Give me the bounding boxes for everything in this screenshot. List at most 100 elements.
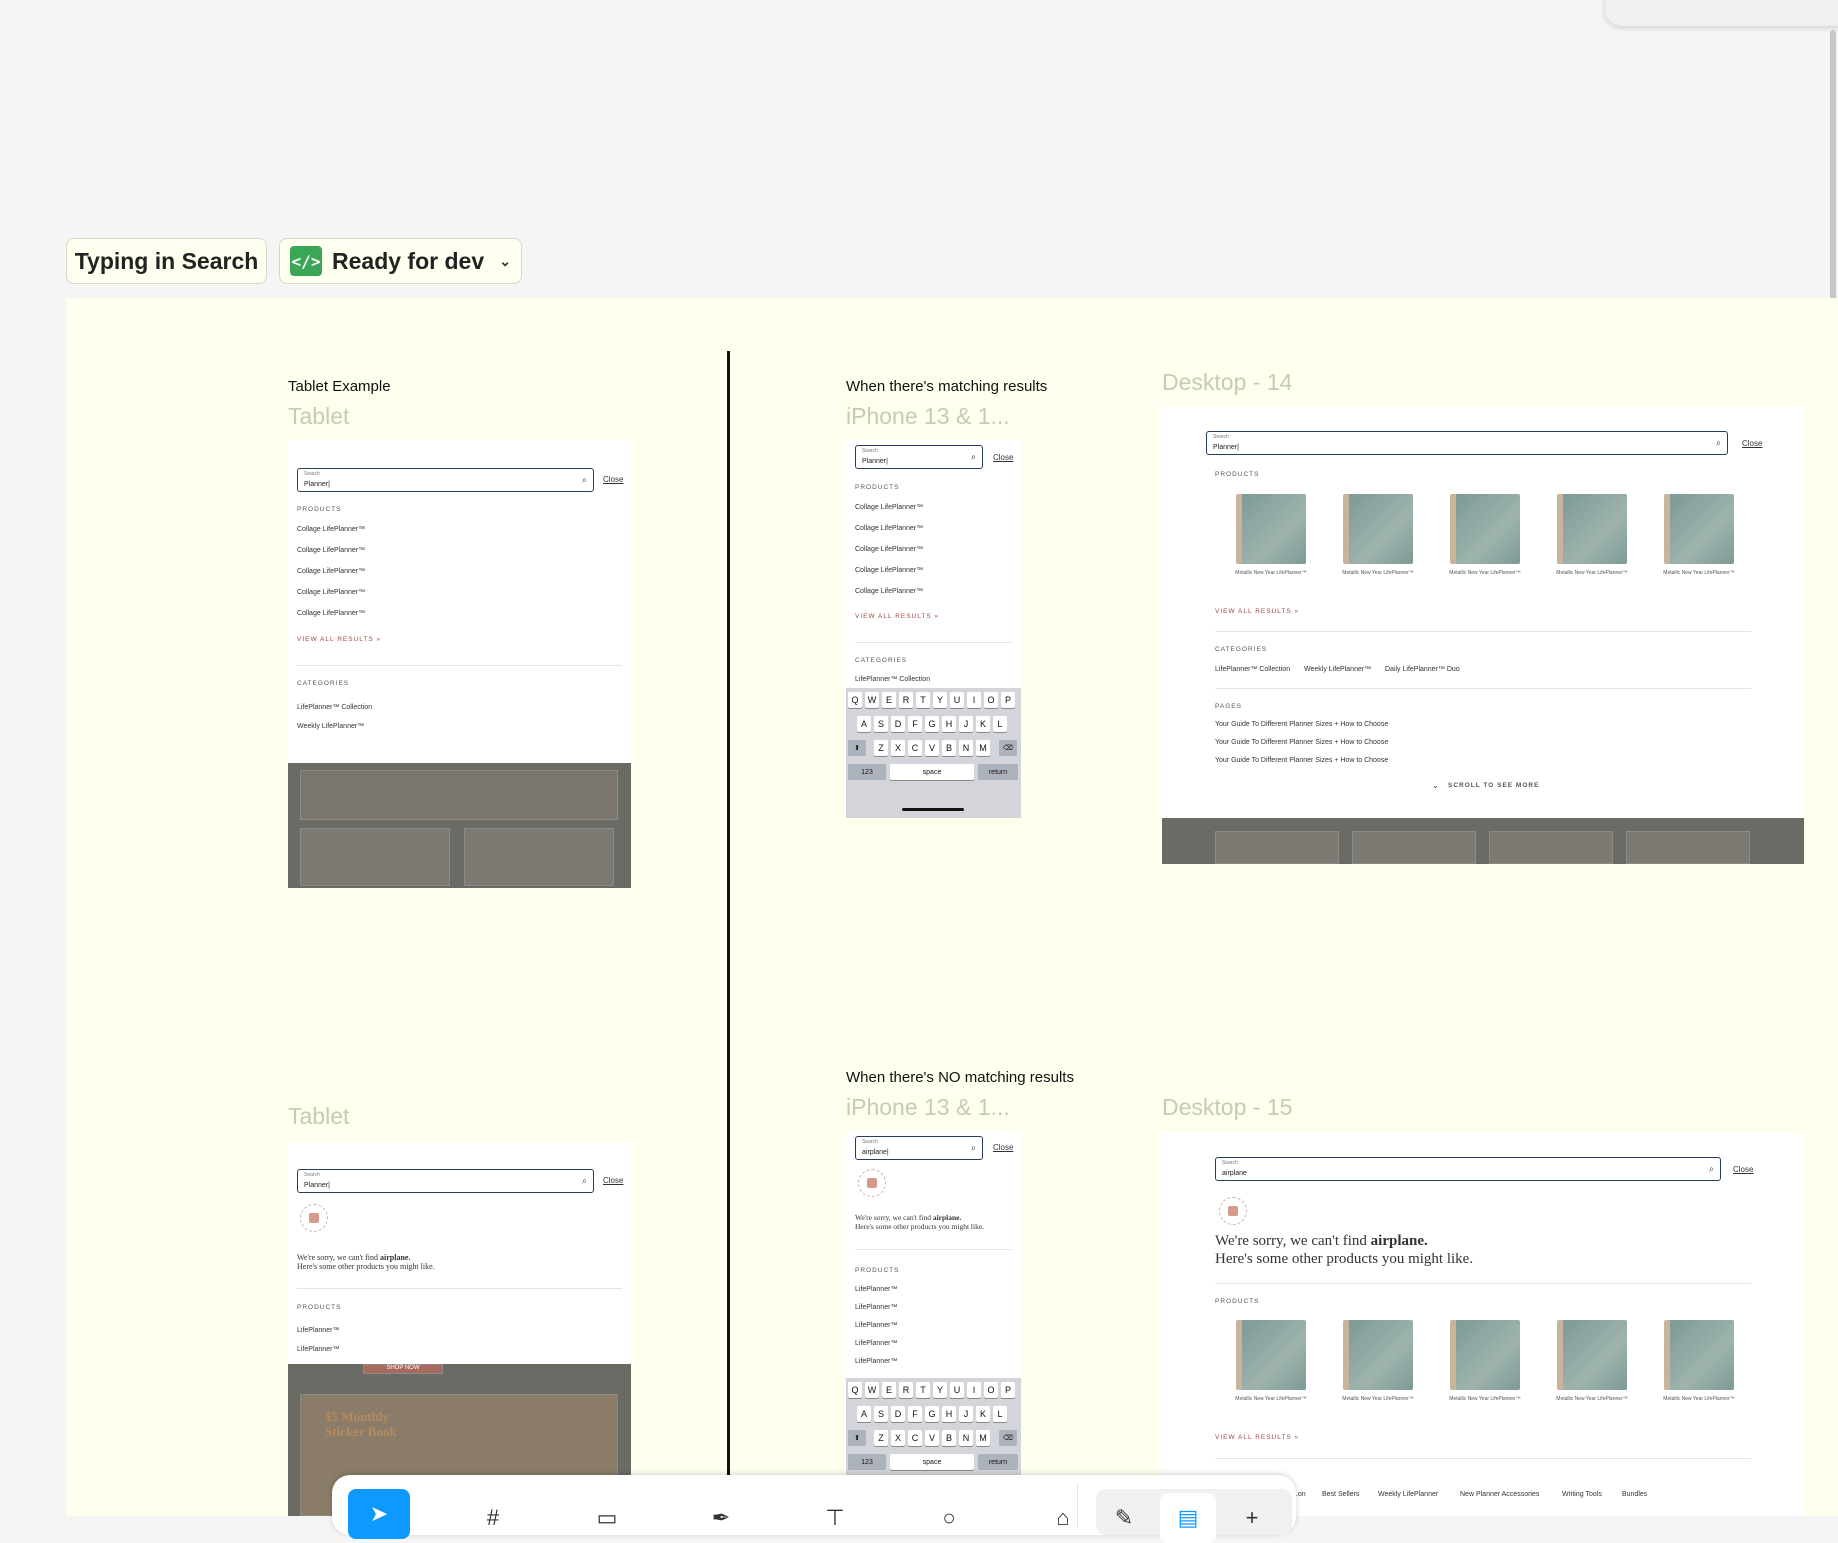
frame-label-tablet-2[interactable]: Tablet (288, 1103, 349, 1130)
product-card[interactable]: Metallic New Year LifePlanner™ (1659, 494, 1739, 576)
move-tool-icon[interactable]: ➤ (348, 1489, 410, 1539)
list-item[interactable]: Weekly LifePlanner™ (297, 723, 364, 730)
list-item[interactable]: LifePlanner™ (855, 1340, 897, 1347)
tablet-no-match-frame[interactable]: Search Planner| ⌕ Close We're sorry, we … (288, 1142, 631, 1516)
page-link[interactable]: Your Guide To Different Planner Sizes + … (1215, 757, 1388, 764)
key-u[interactable]: U (950, 692, 964, 708)
key-q[interactable]: Q (848, 1382, 862, 1398)
product-card[interactable]: Metallic New Year LifePlanner™ (1552, 1320, 1632, 1402)
key-v[interactable]: V (925, 740, 939, 756)
list-item[interactable]: LifePlanner™ Collection (297, 704, 372, 711)
close-link[interactable]: Close (993, 1143, 1013, 1152)
frame-label-iphone-2[interactable]: iPhone 13 & 1... (846, 1094, 1010, 1121)
page-link[interactable]: Your Guide To Different Planner Sizes + … (1215, 721, 1388, 728)
product-card[interactable]: Metallic New Year LifePlanner™ (1659, 1320, 1739, 1402)
key-f[interactable]: F (908, 1406, 922, 1422)
search-input[interactable]: Search Planner| ⌕ (297, 468, 594, 492)
pen-tool-icon[interactable]: ✒ (690, 1493, 752, 1543)
return-key[interactable]: return (978, 764, 1018, 780)
search-input[interactable]: Search Planner| ⌕ (1206, 431, 1728, 455)
key-k[interactable]: K (976, 716, 990, 732)
key-j[interactable]: J (959, 716, 973, 732)
key-h[interactable]: H (942, 716, 956, 732)
key-p[interactable]: P (1001, 692, 1015, 708)
key-w[interactable]: W (865, 1382, 879, 1398)
frame-label-desktop-15[interactable]: Desktop - 15 (1162, 1094, 1292, 1121)
key-p[interactable]: P (1001, 1382, 1015, 1398)
draw-mode-icon[interactable]: ✎ (1096, 1493, 1152, 1543)
key-s[interactable]: S (874, 716, 888, 732)
text-tool-icon[interactable]: ⊤ (804, 1493, 866, 1543)
search-input[interactable]: Search Planner| ⌕ (855, 445, 983, 469)
mode-switcher[interactable]: ✎ ▤ + (1096, 1489, 1292, 1543)
delete-key[interactable]: ⌫ (999, 740, 1017, 756)
key-w[interactable]: W (865, 692, 879, 708)
key-q[interactable]: Q (848, 692, 862, 708)
key-r[interactable]: R (899, 1382, 913, 1398)
key-l[interactable]: L (993, 716, 1007, 732)
on-screen-keyboard[interactable]: Q W E R T Y U I O P A S D F G H J K L ⬆ … (846, 688, 1021, 818)
nav-link[interactable]: Weekly LifePlanner (1378, 1491, 1438, 1498)
list-item[interactable]: Collage LifePlanner™ (855, 525, 923, 532)
list-item[interactable]: Collage LifePlanner™ (855, 588, 923, 595)
key-v[interactable]: V (925, 1430, 939, 1446)
list-item[interactable]: LifePlanner™ Collection (855, 676, 930, 683)
close-link[interactable]: Close (603, 1176, 623, 1185)
close-link[interactable]: Close (603, 475, 623, 484)
search-input[interactable]: Search airplane| ⌕ (855, 1136, 983, 1160)
list-item[interactable]: Collage LifePlanner™ (855, 546, 923, 553)
desktop-14-frame[interactable]: Search Planner| ⌕ Close PRODUCTS Metalli… (1162, 406, 1804, 864)
page-link[interactable]: Your Guide To Different Planner Sizes + … (1215, 739, 1388, 746)
close-link[interactable]: Close (1733, 1165, 1753, 1174)
key-m[interactable]: M (976, 740, 990, 756)
shift-key[interactable]: ⬆ (848, 740, 866, 756)
key-d[interactable]: D (891, 1406, 905, 1422)
key-x[interactable]: X (891, 1430, 905, 1446)
key-o[interactable]: O (984, 1382, 998, 1398)
comment-tool-icon[interactable]: ○ (918, 1493, 980, 1543)
search-input[interactable]: Search Planner| ⌕ (297, 1169, 594, 1193)
view-all-results-link[interactable]: VIEW ALL RESULTS » (297, 636, 381, 643)
list-item[interactable]: LifePlanner™ (297, 1346, 339, 1353)
key-z[interactable]: Z (874, 740, 888, 756)
view-all-results-link[interactable]: VIEW ALL RESULTS » (1215, 1434, 1299, 1441)
desktop-15-frame[interactable]: Search airplane ⌕ Close We're sorry, we … (1162, 1133, 1804, 1516)
list-item[interactable]: Collage LifePlanner™ (297, 568, 365, 575)
category-link[interactable]: LifePlanner™ Collection (1215, 666, 1290, 673)
key-g[interactable]: G (925, 1406, 939, 1422)
key-i[interactable]: I (967, 1382, 981, 1398)
delete-key[interactable]: ⌫ (999, 1430, 1017, 1446)
key-t[interactable]: T (916, 692, 930, 708)
design-mode-icon[interactable]: ▤ (1160, 1493, 1216, 1543)
list-item[interactable]: Collage LifePlanner™ (297, 526, 365, 533)
key-f[interactable]: F (908, 716, 922, 732)
key-e[interactable]: E (882, 1382, 896, 1398)
section-label[interactable]: Typing in Search (66, 238, 267, 284)
nav-link[interactable]: Writing Tools (1562, 1491, 1602, 1498)
key-n[interactable]: N (959, 1430, 973, 1446)
key-c[interactable]: C (908, 1430, 922, 1446)
more-icon[interactable]: + (1224, 1493, 1280, 1543)
nav-link[interactable]: New Planner Accessories (1460, 1491, 1539, 1498)
key-d[interactable]: D (891, 716, 905, 732)
key-l[interactable]: L (993, 1406, 1007, 1422)
search-input[interactable]: Search airplane ⌕ (1215, 1157, 1721, 1181)
key-g[interactable]: G (925, 716, 939, 732)
tablet-frame[interactable]: Search Planner| ⌕ Close PRODUCTS Collage… (288, 440, 631, 888)
key-y[interactable]: Y (933, 1382, 947, 1398)
frame-tool-icon[interactable]: # (462, 1493, 524, 1543)
frame-label-iphone[interactable]: iPhone 13 & 1... (846, 403, 1010, 430)
nav-link[interactable]: Best Sellers (1322, 1491, 1359, 1498)
key-o[interactable]: O (984, 692, 998, 708)
list-item[interactable]: Collage LifePlanner™ (855, 504, 923, 511)
key-s[interactable]: S (874, 1406, 888, 1422)
view-all-results-link[interactable]: VIEW ALL RESULTS » (855, 613, 939, 620)
numbers-key[interactable]: 123 (848, 1454, 886, 1470)
close-link[interactable]: Close (993, 453, 1013, 462)
space-key[interactable]: space (890, 764, 974, 780)
key-k[interactable]: K (976, 1406, 990, 1422)
key-a[interactable]: A (857, 716, 871, 732)
iphone-no-match-frame[interactable]: Search airplane| ⌕ Close We're sorry, we… (846, 1131, 1021, 1516)
shapes-tool-icon[interactable]: ⌂ (1032, 1493, 1094, 1543)
key-b[interactable]: B (942, 740, 956, 756)
